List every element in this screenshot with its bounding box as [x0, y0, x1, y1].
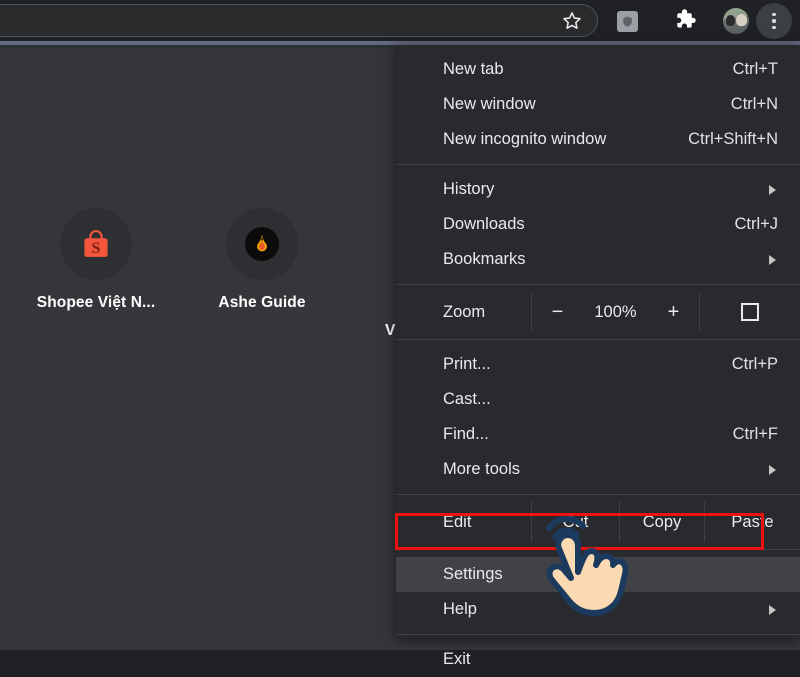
puzzle-piece-icon — [671, 6, 697, 37]
menu-divider — [396, 164, 800, 165]
menu-item-label: Settings — [443, 565, 503, 583]
address-bar[interactable] — [0, 4, 598, 37]
menu-item-label: New incognito window — [443, 130, 607, 148]
shopee-bag-icon: S — [79, 227, 113, 261]
menu-item-label: History — [443, 180, 495, 198]
menu-item-history[interactable]: History — [396, 172, 800, 207]
menu-item-label: Print... — [443, 355, 491, 373]
menu-item-label: New tab — [443, 60, 504, 78]
menu-item-new-incognito-window[interactable]: New incognito window Ctrl+Shift+N — [396, 122, 800, 157]
chrome-menu-button[interactable] — [756, 3, 792, 39]
menu-item-exit[interactable]: Exit — [396, 642, 800, 677]
shortcut-label-partial: V — [385, 322, 396, 339]
menu-row-zoom: Zoom − 100% + — [396, 292, 800, 332]
bookmark-star-icon[interactable] — [561, 10, 583, 32]
menu-item-label: New window — [443, 95, 536, 113]
menu-group-browse: History Downloads Ctrl+J Bookmarks — [396, 172, 800, 277]
menu-item-cast[interactable]: Cast... — [396, 382, 800, 417]
zoom-level-value: 100% — [594, 302, 637, 321]
fullscreen-icon — [741, 303, 759, 321]
menu-item-shortcut: Ctrl+J — [734, 215, 778, 233]
menu-divider — [396, 634, 800, 635]
shortcut-tile-shopee[interactable]: S Shopee Việt N... — [36, 208, 156, 312]
chevron-right-icon — [769, 464, 776, 475]
site-info-shield-button[interactable] — [613, 7, 641, 35]
shortcut-label: Shopee Việt N... — [36, 294, 156, 311]
zoom-controls: − 100% + — [531, 292, 700, 332]
menu-divider — [396, 549, 800, 550]
menu-item-label: More tools — [443, 460, 521, 478]
svg-text:S: S — [92, 240, 101, 257]
menu-group-new: New tab Ctrl+T New window Ctrl+N New inc… — [396, 52, 800, 157]
browser-toolbar — [0, 0, 800, 41]
fullscreen-button[interactable] — [700, 292, 800, 332]
cut-button[interactable]: Cut — [531, 502, 619, 542]
menu-divider — [396, 494, 800, 495]
paste-button[interactable]: Paste — [704, 502, 800, 542]
menu-item-label: Help — [443, 600, 477, 618]
shortcut-tiles: S Shopee Việt N... Ashe Guide — [36, 208, 318, 312]
menu-item-new-window[interactable]: New window Ctrl+N — [396, 87, 800, 122]
avatar — [723, 8, 749, 34]
chrome-main-menu: New tab Ctrl+T New window Ctrl+N New inc… — [396, 45, 800, 668]
menu-item-new-tab[interactable]: New tab Ctrl+T — [396, 52, 800, 87]
menu-divider — [396, 339, 800, 340]
menu-group-settings: Settings Help — [396, 557, 800, 627]
shortcut-icon-container — [226, 208, 298, 280]
menu-item-downloads[interactable]: Downloads Ctrl+J — [396, 207, 800, 242]
zoom-in-button[interactable]: + — [660, 301, 688, 324]
chevron-right-icon — [769, 184, 776, 195]
shortcut-tile-ashe[interactable]: Ashe Guide — [206, 208, 318, 312]
edit-label: Edit — [443, 512, 472, 531]
shield-icon — [616, 10, 638, 32]
zoom-label: Zoom — [443, 302, 486, 321]
copy-button[interactable]: Copy — [619, 502, 704, 542]
menu-item-more-tools[interactable]: More tools — [396, 452, 800, 487]
menu-item-help[interactable]: Help — [396, 592, 800, 627]
menu-group-tools: Print... Ctrl+P Cast... Find... Ctrl+F M… — [396, 347, 800, 487]
menu-item-shortcut: Ctrl+T — [732, 60, 778, 78]
zoom-out-button[interactable]: − — [543, 301, 571, 324]
menu-item-shortcut: Ctrl+Shift+N — [688, 130, 778, 148]
menu-item-label: Bookmarks — [443, 250, 526, 268]
extensions-button[interactable] — [670, 7, 698, 35]
menu-item-shortcut: Ctrl+P — [731, 355, 778, 373]
menu-divider — [396, 284, 800, 285]
menu-item-shortcut: Ctrl+N — [730, 95, 778, 113]
menu-item-label: Cast... — [443, 390, 491, 408]
menu-item-label: Downloads — [443, 215, 525, 233]
menu-item-label: Find... — [443, 425, 489, 443]
profile-avatar-button[interactable] — [722, 7, 750, 35]
shortcut-icon-container: S — [60, 208, 132, 280]
shortcut-label: Ashe Guide — [218, 294, 306, 311]
menu-item-print[interactable]: Print... Ctrl+P — [396, 347, 800, 382]
menu-row-edit: Edit Cut Copy Paste — [396, 502, 800, 542]
menu-item-find[interactable]: Find... Ctrl+F — [396, 417, 800, 452]
chevron-right-icon — [769, 604, 776, 615]
flame-badge-icon — [245, 227, 279, 261]
menu-item-settings[interactable]: Settings — [396, 557, 800, 592]
menu-item-bookmarks[interactable]: Bookmarks — [396, 242, 800, 277]
menu-item-shortcut: Ctrl+F — [732, 425, 778, 443]
three-dot-menu-icon — [772, 12, 776, 30]
menu-item-label: Exit — [443, 650, 471, 668]
chevron-right-icon — [769, 254, 776, 265]
